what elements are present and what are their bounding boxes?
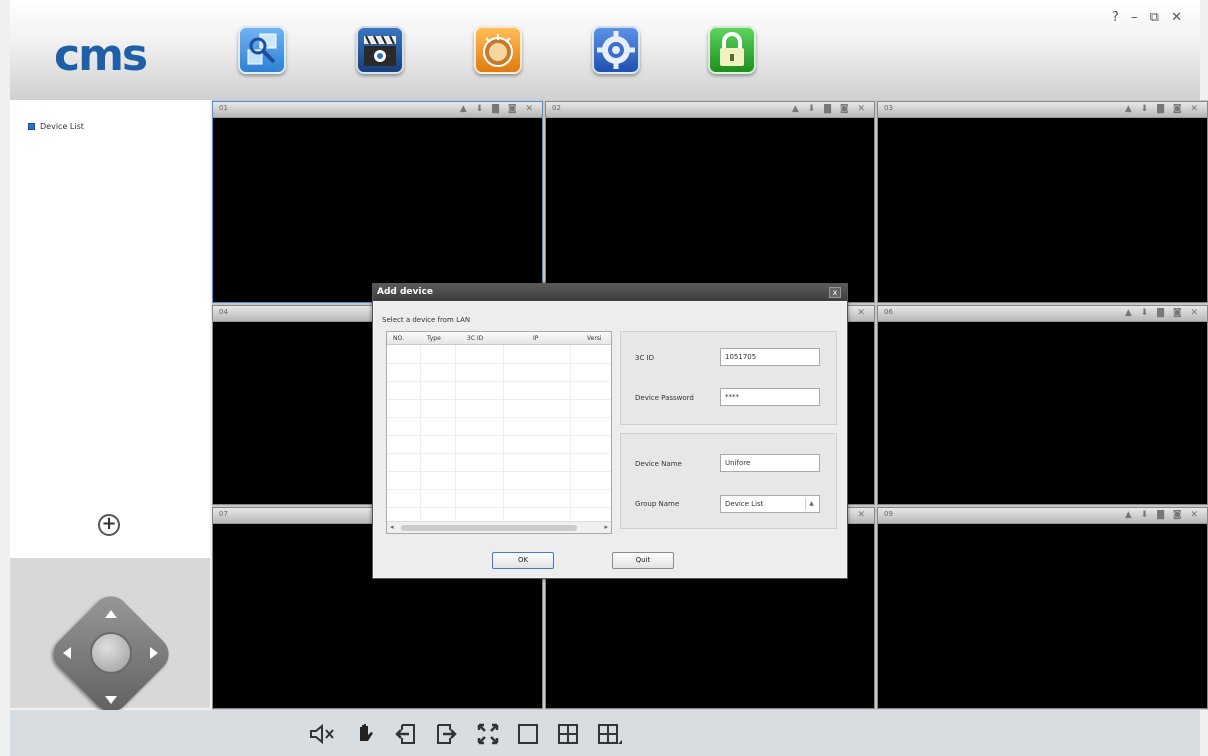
cell-number: 09 xyxy=(884,510,893,518)
cell-title-bar: 03 ▲ ⬇ ▇ ◙ ✕ xyxy=(878,102,1207,118)
video-cell-09[interactable]: 09 ▲ ⬇ ▇ ◙ ✕ xyxy=(877,507,1208,709)
ok-button[interactable]: OK xyxy=(492,552,554,569)
device-name-label: Device Name xyxy=(635,460,682,468)
cell-number: 01 xyxy=(219,104,228,112)
dialog-title-bar[interactable]: Add device x xyxy=(373,284,847,301)
device-tree-panel: Device List + xyxy=(10,100,210,558)
ptz-down-arrow-icon[interactable] xyxy=(105,696,117,704)
horizontal-scrollbar[interactable]: ◂ ▸ xyxy=(387,521,611,533)
folder-icon xyxy=(28,123,35,130)
bottom-toolbar xyxy=(10,710,1200,756)
cell-title-bar: 06 ▲ ⬇ ▇ ◙ ✕ xyxy=(878,306,1207,322)
app-logo: cms xyxy=(54,30,148,81)
cell-controls-icon[interactable]: ▲ ⬇ ▇ ◙ ✕ xyxy=(1125,510,1201,520)
cell-number: 03 xyxy=(884,104,893,112)
cell-title-bar: 02 ▲ ⬇ ▇ ◙ ✕ xyxy=(546,102,874,118)
import-icon[interactable] xyxy=(394,722,418,750)
id-input[interactable]: 1051705 xyxy=(720,348,820,366)
cell-number: 02 xyxy=(552,104,561,112)
cell-controls-icon[interactable]: ▲ ⬇ ▇ ◙ ✕ xyxy=(1125,104,1201,114)
column-divider xyxy=(455,345,456,521)
row-divider xyxy=(387,489,611,490)
credentials-group: 3C ID 1051705 Device Password **** xyxy=(620,331,837,425)
ptz-left-arrow-icon[interactable] xyxy=(63,647,71,659)
scroll-left-icon[interactable]: ◂ xyxy=(390,523,394,531)
header-bar: cms ? – ⧉ ✕ xyxy=(10,0,1200,100)
column-divider xyxy=(570,345,571,521)
settings-icon[interactable] xyxy=(592,26,640,74)
hand-icon[interactable] xyxy=(354,722,378,750)
cms-app: cms ? – ⧉ ✕ Device List + 01 ▲ ⬇ ▇ ◙ ✕ 0… xyxy=(0,0,1208,756)
mute-icon[interactable] xyxy=(308,722,336,750)
export-icon[interactable] xyxy=(434,722,458,750)
cell-number: 06 xyxy=(884,308,893,316)
group-name-label: Group Name xyxy=(635,500,680,508)
row-divider xyxy=(387,435,611,436)
video-cell-06[interactable]: 06 ▲ ⬇ ▇ ◙ ✕ xyxy=(877,305,1208,505)
device-name-input[interactable]: Unifore xyxy=(720,454,820,472)
group-name-select[interactable]: Device List ▲ xyxy=(720,495,820,513)
search-device-icon[interactable] xyxy=(238,26,286,74)
cell-number: 04 xyxy=(219,308,228,316)
alarm-icon[interactable] xyxy=(474,26,522,74)
tree-item-device-list[interactable]: Device List xyxy=(28,122,84,131)
device-info-group: Device Name Unifore Group Name Device Li… xyxy=(620,433,837,529)
password-input[interactable]: **** xyxy=(720,388,820,406)
cell-title-bar: 09 ▲ ⬇ ▇ ◙ ✕ xyxy=(878,508,1207,524)
row-divider xyxy=(387,399,611,400)
lock-icon[interactable] xyxy=(708,26,756,74)
playback-icon[interactable] xyxy=(356,26,404,74)
row-divider xyxy=(387,453,611,454)
video-cell-01[interactable]: 01 ▲ ⬇ ▇ ◙ ✕ xyxy=(212,101,543,303)
quit-button[interactable]: Quit xyxy=(612,552,674,569)
row-divider xyxy=(387,417,611,418)
window-controls[interactable]: ? – ⧉ ✕ xyxy=(1112,10,1186,25)
id-label: 3C ID xyxy=(635,354,655,362)
group-name-value: Device List xyxy=(725,500,764,508)
scroll-right-icon[interactable]: ▸ xyxy=(604,523,608,531)
ptz-right-arrow-icon[interactable] xyxy=(150,647,158,659)
add-device-dialog: Add device x Select a device from LAN NO… xyxy=(372,283,848,579)
single-view-icon[interactable] xyxy=(516,722,540,750)
cell-controls-icon[interactable]: ▲ ⬇ ▇ ◙ ✕ xyxy=(460,104,536,114)
fullscreen-icon[interactable] xyxy=(476,722,500,750)
lan-list-header: NO. Type 3C ID IP Versi xyxy=(387,332,611,345)
ptz-up-arrow-icon[interactable] xyxy=(105,610,117,618)
quad-view-icon[interactable] xyxy=(556,722,580,750)
cell-title-bar: 01 ▲ ⬇ ▇ ◙ ✕ xyxy=(213,102,542,118)
col-no[interactable]: NO. xyxy=(393,335,404,342)
cell-controls-icon[interactable]: ▲ ⬇ ▇ ◙ ✕ xyxy=(792,104,868,114)
close-icon[interactable]: x xyxy=(829,287,841,298)
row-divider xyxy=(387,381,611,382)
col-3c-id[interactable]: 3C ID xyxy=(467,335,483,342)
add-device-button[interactable]: + xyxy=(98,514,120,536)
video-cell-03[interactable]: 03 ▲ ⬇ ▇ ◙ ✕ xyxy=(877,101,1208,303)
lan-list-label: Select a device from LAN xyxy=(382,316,471,324)
column-divider xyxy=(503,345,504,521)
row-divider xyxy=(387,471,611,472)
custom-layout-icon[interactable] xyxy=(596,722,624,750)
ptz-center-button[interactable] xyxy=(90,632,132,674)
lan-device-list[interactable]: NO. Type 3C ID IP Versi ◂ ▸ xyxy=(386,331,612,534)
col-type[interactable]: Type xyxy=(427,335,441,342)
password-label: Device Password xyxy=(635,394,694,402)
chevron-down-icon[interactable]: ▲ xyxy=(805,498,817,510)
ptz-panel xyxy=(10,558,210,720)
dialog-title: Add device xyxy=(377,287,433,297)
cell-number: 07 xyxy=(219,510,228,518)
scrollbar-thumb[interactable] xyxy=(401,525,577,531)
video-cell-02[interactable]: 02 ▲ ⬇ ▇ ◙ ✕ xyxy=(545,101,875,303)
row-divider xyxy=(387,363,611,364)
column-divider xyxy=(420,345,421,521)
col-version[interactable]: Versi xyxy=(587,335,602,342)
tree-item-label: Device List xyxy=(40,122,84,131)
col-ip[interactable]: IP xyxy=(533,335,538,342)
cell-controls-icon[interactable]: ▲ ⬇ ▇ ◙ ✕ xyxy=(1125,308,1201,318)
dialog-body: Select a device from LAN NO. Type 3C ID … xyxy=(374,302,846,577)
row-divider xyxy=(387,507,611,508)
